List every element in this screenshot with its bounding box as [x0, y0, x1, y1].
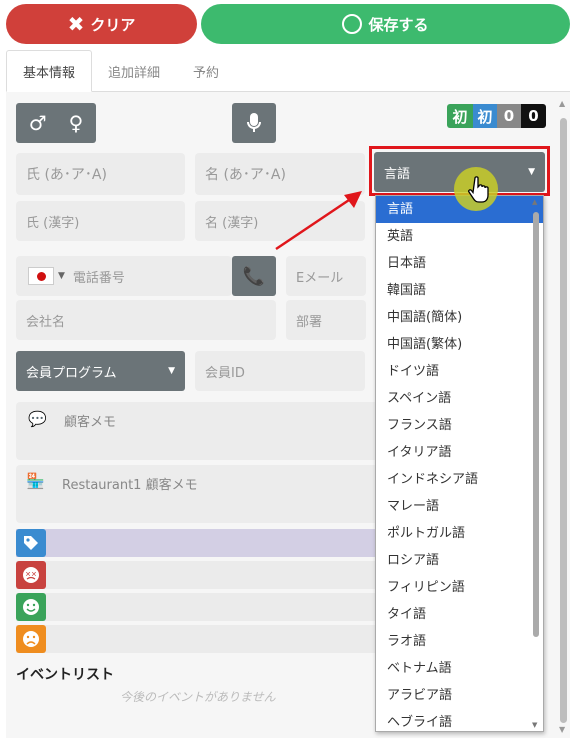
dizzy-face-icon: ✕✕ [16, 561, 46, 589]
smile-icon [16, 593, 46, 621]
hand-cursor-icon [468, 176, 489, 203]
clear-button[interactable]: ✖ クリア [6, 4, 197, 44]
language-option[interactable]: アラビア語 [376, 682, 543, 709]
tab-reservation[interactable]: 予約 [176, 50, 236, 92]
badge-label: 0 [528, 107, 539, 125]
field-placeholder: 氏 (漢字) [26, 215, 80, 231]
language-option[interactable]: フィリピン語 [376, 574, 543, 601]
tab-basic-info[interactable]: 基本情報 [6, 50, 92, 92]
language-option[interactable]: スペイン語 [376, 385, 543, 412]
tab-label: 追加詳細 [107, 65, 160, 81]
language-option[interactable]: インドネシア語 [376, 466, 543, 493]
frown-icon [16, 625, 46, 653]
field-placeholder: 顧客メモ [64, 415, 117, 430]
tab-label: 予約 [192, 65, 219, 81]
first-visit-badge: 初 [447, 104, 473, 128]
field-placeholder: 会社名 [26, 314, 66, 330]
call-button[interactable]: 📞 [232, 256, 276, 296]
language-option[interactable]: ベトナム語 [376, 655, 543, 682]
circle-icon [342, 14, 363, 34]
language-option[interactable]: 韓国語 [376, 277, 543, 304]
event-list-empty: 今後のイベントがありません [120, 690, 276, 704]
caret-down-icon: ▼ [528, 167, 535, 177]
language-option[interactable]: タイ語 [376, 601, 543, 628]
tab-label: 基本情報 [22, 65, 75, 81]
company-field[interactable]: 会社名 [16, 300, 276, 340]
save-button-label: 保存する [368, 15, 429, 34]
japan-flag-icon[interactable] [28, 267, 54, 285]
language-option[interactable]: ロシア語 [376, 547, 543, 574]
language-dropdown-list[interactable]: 言語 英語 日本語 韓国語 中国語(簡体) 中国語(繁体) ドイツ語 スペイン語 フランス語 イタ… [375, 195, 544, 732]
tab-additional-details[interactable]: 追加詳細 [96, 50, 172, 92]
language-option[interactable]: 日本語 [376, 250, 543, 277]
scrollbar-thumb[interactable] [560, 118, 567, 723]
field-placeholder: 電話番号 [72, 270, 125, 286]
complaint-row[interactable] [16, 625, 381, 653]
member-id-field[interactable]: 会員ID [195, 351, 365, 391]
dropdown-scrollbar[interactable]: ▲ ▼ [531, 198, 541, 729]
last-name-kana-field[interactable]: 氏 (あ･ア･A) [16, 153, 185, 195]
language-option[interactable]: ポルトガル語 [376, 520, 543, 547]
email-field[interactable]: Eメール [286, 256, 366, 296]
close-icon: ✖ [67, 12, 85, 36]
visit-count-badge: 0 [497, 104, 521, 128]
department-field[interactable]: 部署 [286, 300, 366, 340]
select-label: 会員プログラム [26, 365, 117, 381]
badge-label: 0 [503, 107, 515, 125]
member-program-select[interactable]: 会員プログラム ▼ [16, 351, 185, 391]
field-placeholder: 部署 [296, 314, 323, 330]
tag-row[interactable] [16, 529, 381, 557]
language-option[interactable]: 中国語(繁体) [376, 331, 543, 358]
chevron-down-icon[interactable]: ▼ [58, 271, 65, 281]
language-option[interactable]: ヘブライ語 [376, 709, 543, 731]
restaurant-memo-field[interactable]: 🏪 Restaurant1 顧客メモ [16, 465, 381, 523]
dropdown-scrollbar-thumb[interactable] [533, 212, 539, 637]
language-option[interactable]: ドイツ語 [376, 358, 543, 385]
language-option[interactable]: ラオ語 [376, 628, 543, 655]
language-option[interactable]: フランス語 [376, 412, 543, 439]
dislike-row[interactable]: ✕✕ [16, 561, 381, 589]
last-name-kanji-field[interactable]: 氏 (漢字) [16, 201, 185, 241]
language-option[interactable]: 英語 [376, 223, 543, 250]
language-options: 言語 英語 日本語 韓国語 中国語(簡体) 中国語(繁体) ドイツ語 スペイン語 フランス語 イタ… [376, 196, 543, 731]
store-icon: 🏪 [26, 472, 45, 490]
field-placeholder: 名 (あ･ア･A) [205, 167, 286, 183]
field-placeholder: 会員ID [205, 365, 245, 381]
cancel-count-badge: 0 [521, 104, 546, 128]
gender-button-group: ♂ ♀ [16, 103, 96, 143]
event-list-title: イベントリスト [16, 667, 114, 683]
like-row[interactable] [16, 593, 381, 621]
phone-icon: 📞 [242, 265, 266, 287]
customer-memo-field[interactable]: 💬 顧客メモ [16, 402, 381, 460]
page-scrollbar[interactable]: ▲ ▼ [557, 96, 570, 736]
language-option[interactable]: 中国語(簡体) [376, 304, 543, 331]
female-icon[interactable]: ♀ [69, 111, 84, 135]
microphone-icon [247, 113, 261, 132]
select-label: 言語 [384, 166, 411, 182]
field-placeholder: Eメール [296, 270, 344, 286]
chat-icon: 💬 [28, 410, 47, 428]
badge-label: 初 [477, 107, 493, 126]
field-placeholder: 名 (漢字) [205, 215, 259, 231]
first-visit-badge: 初 [473, 104, 497, 128]
save-button[interactable]: 保存する [201, 4, 570, 44]
tab-bar: 基本情報 追加詳細 予約 [6, 50, 570, 92]
badge-label: 初 [452, 107, 468, 126]
language-option[interactable]: マレー語 [376, 493, 543, 520]
male-icon[interactable]: ♂ [29, 111, 47, 135]
language-option[interactable]: イタリア語 [376, 439, 543, 466]
caret-down-icon: ▼ [168, 366, 175, 376]
phone-field[interactable]: ▼ 電話番号 [16, 256, 232, 296]
tag-icon [16, 529, 46, 557]
field-placeholder: 氏 (あ･ア･A) [26, 167, 107, 183]
voice-input-button[interactable] [232, 103, 276, 143]
annotation-arrow [275, 191, 362, 251]
clear-button-label: クリア [90, 15, 136, 34]
field-placeholder: Restaurant1 顧客メモ [62, 478, 198, 493]
